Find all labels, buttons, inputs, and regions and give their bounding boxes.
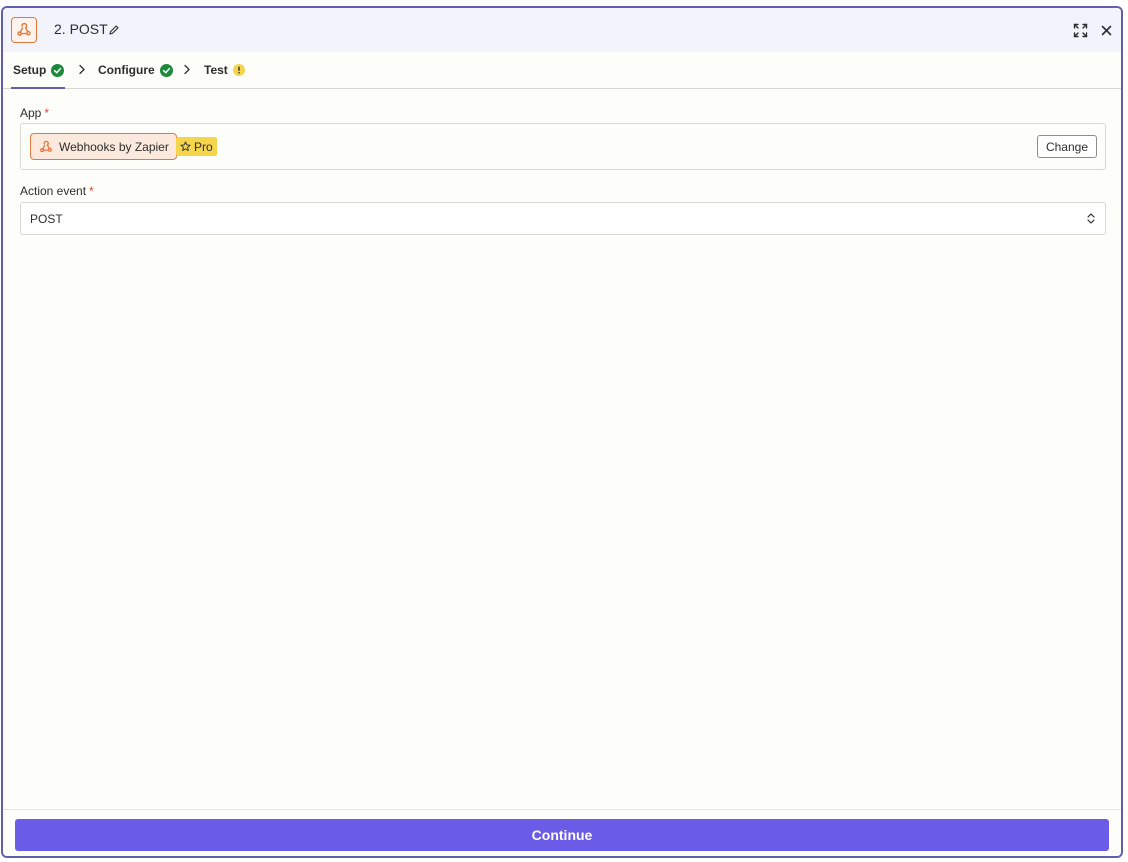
star-icon	[180, 141, 191, 151]
selected-app-chip[interactable]: Webhooks by Zapier	[30, 133, 177, 160]
step-editor-panel: 2. POST Setup Configure Test App * Webho…	[1, 6, 1123, 858]
selected-action-value: POST	[30, 212, 63, 226]
pencil-icon[interactable]	[108, 24, 120, 36]
exclamation-circle-icon	[232, 64, 245, 76]
check-circle-icon	[51, 63, 65, 77]
updown-chevron-icon	[1087, 213, 1095, 224]
active-tab-indicator	[11, 87, 65, 89]
required-mark: *	[44, 106, 50, 120]
step-title[interactable]: 2. POST	[54, 21, 108, 37]
tab-test[interactable]: Test	[204, 52, 245, 88]
tab-configure[interactable]: Configure	[98, 52, 173, 88]
app-field: Webhooks by Zapier Pro Change	[20, 123, 1106, 170]
chevron-right-icon	[79, 64, 85, 75]
action-event-select[interactable]: POST	[20, 202, 1106, 235]
panel-header: 2. POST	[3, 8, 1121, 52]
action-event-field-label: Action event *	[20, 184, 94, 198]
badge-label: Pro	[194, 139, 213, 154]
continue-button[interactable]: Continue	[15, 819, 1109, 851]
action-label-text: Action event	[20, 184, 87, 198]
webhook-icon	[17, 22, 31, 36]
check-circle-icon	[159, 63, 173, 77]
step-app-icon[interactable]	[11, 17, 37, 43]
tab-label: Configure	[98, 63, 155, 77]
pro-badge: Pro	[176, 137, 217, 156]
expand-icon[interactable]	[1073, 23, 1088, 38]
app-field-label: App *	[20, 106, 49, 120]
chevron-right-icon	[184, 64, 190, 75]
webhook-icon	[40, 140, 52, 152]
tab-label: Setup	[13, 63, 47, 77]
tab-setup[interactable]: Setup	[13, 52, 65, 88]
panel-footer: Continue	[3, 809, 1121, 856]
change-app-button[interactable]: Change	[1036, 135, 1097, 158]
required-mark: *	[89, 184, 94, 198]
app-label-text: App	[20, 106, 42, 120]
tab-label: Test	[204, 63, 228, 77]
step-tabs: Setup Configure Test	[3, 52, 1121, 89]
app-name: Webhooks by Zapier	[59, 139, 169, 154]
close-icon[interactable]	[1101, 25, 1112, 36]
